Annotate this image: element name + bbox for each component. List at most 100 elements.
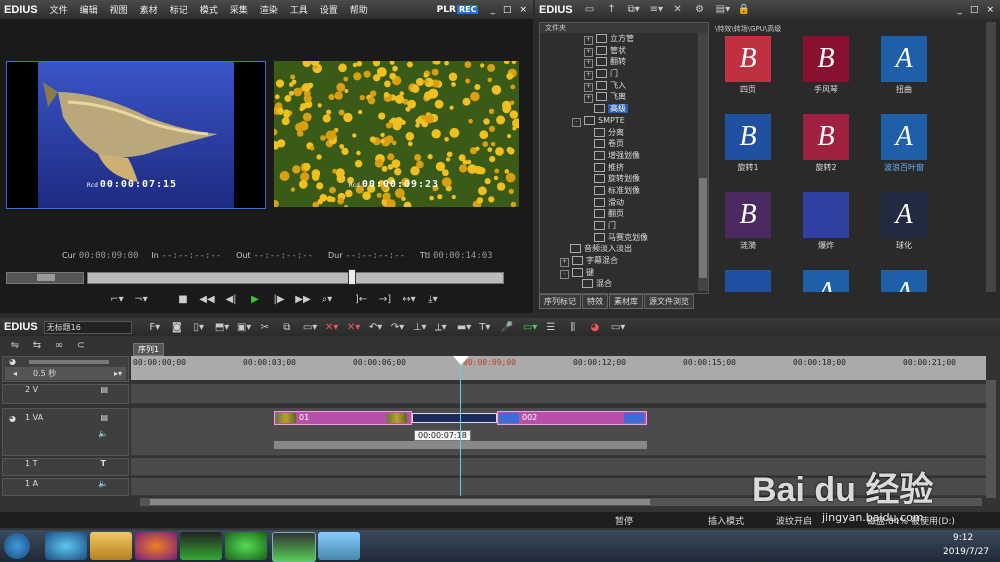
- status-insert-mode[interactable]: 插入模式: [708, 514, 744, 527]
- clip-01[interactable]: 01: [274, 411, 412, 425]
- copy-clip-icon[interactable]: ⧉: [281, 322, 293, 333]
- sliders-icon[interactable]: ⫼: [567, 322, 579, 333]
- split-icon[interactable]: ↔▾: [400, 292, 418, 306]
- expand-icon[interactable]: +: [584, 59, 593, 69]
- minimize-icon[interactable]: _: [490, 5, 495, 15]
- expand-icon[interactable]: [560, 244, 567, 251]
- menu-item[interactable]: 采集: [224, 3, 254, 16]
- playhead[interactable]: [460, 356, 461, 496]
- delete-icon[interactable]: ✕: [672, 4, 684, 15]
- expand-icon[interactable]: [584, 233, 591, 240]
- new-sequence-icon[interactable]: F▾: [149, 322, 161, 333]
- effect-thumbnail[interactable]: B: [725, 36, 771, 82]
- expand-icon[interactable]: -: [572, 117, 581, 127]
- sync-icon[interactable]: ⇆: [31, 340, 43, 351]
- expand-icon[interactable]: [572, 279, 579, 286]
- scale-value[interactable]: 0.5 秒: [33, 368, 56, 379]
- effect-thumbnail[interactable]: A: [803, 270, 849, 292]
- step-back-icon[interactable]: ◀|: [222, 292, 240, 306]
- fast-forward-icon[interactable]: ▶▶: [294, 292, 312, 306]
- track-label-va1[interactable]: ◕ 1 VA ▤ 🔈: [2, 408, 129, 456]
- tree-item[interactable]: + 飞离: [560, 91, 708, 104]
- player-monitor[interactable]: Rcd 00:00:07:15: [6, 61, 266, 209]
- start-button[interactable]: [4, 533, 30, 559]
- tree-item[interactable]: 高级: [560, 103, 708, 115]
- bin-maximize-icon[interactable]: □: [970, 5, 979, 15]
- tree-item[interactable]: + 管状: [560, 45, 708, 57]
- menu-item[interactable]: 渲染: [254, 3, 284, 16]
- transition-clip[interactable]: [412, 413, 497, 423]
- loop-icon[interactable]: ⌕▾: [318, 292, 336, 306]
- bin-tab[interactable]: 特效: [582, 294, 608, 309]
- track-label-v2[interactable]: 2 V ▤: [2, 384, 129, 404]
- green-app-icon[interactable]: [225, 532, 267, 560]
- app-icon[interactable]: [318, 532, 360, 560]
- add-transition-icon[interactable]: ⊥▾: [413, 322, 427, 333]
- redo-icon[interactable]: ↷▾: [391, 322, 404, 333]
- menu-item[interactable]: 帮助: [344, 3, 374, 16]
- recorder-monitor[interactable]: Rcd 00:00:09:23: [274, 61, 519, 207]
- tree-item[interactable]: 翻页: [560, 208, 708, 220]
- effect-thumbnail[interactable]: B: [803, 114, 849, 160]
- ripple-icon[interactable]: ⊂: [75, 340, 87, 351]
- export-icon[interactable]: ⤓▾: [424, 292, 442, 306]
- insert-icon[interactable]: ]←: [352, 292, 370, 306]
- mixer-icon[interactable]: ☰: [545, 322, 557, 333]
- tree-item[interactable]: 旋转划像: [560, 173, 708, 185]
- export-file-icon[interactable]: ▭▾: [523, 322, 537, 333]
- render-icon[interactable]: ▬▾: [457, 322, 471, 333]
- folder-icon[interactable]: ▭: [584, 4, 596, 15]
- menu-item[interactable]: 设置: [314, 3, 344, 16]
- new-icon[interactable]: ▯▾: [193, 322, 205, 333]
- track-mode-icon[interactable]: ⇋: [9, 340, 21, 351]
- properties-icon[interactable]: ⚙: [694, 4, 706, 15]
- taskbar-time[interactable]: 9:12: [953, 533, 973, 543]
- link-icon[interactable]: ∞: [53, 340, 65, 351]
- effect-thumbnail[interactable]: B: [803, 36, 849, 82]
- expand-icon[interactable]: [584, 163, 591, 170]
- effect-thumbnail[interactable]: B: [725, 114, 771, 160]
- timeline-v-scrollbar[interactable]: [986, 380, 996, 498]
- close-icon[interactable]: ×: [519, 5, 527, 15]
- bin-tab[interactable]: 源文件浏览: [644, 294, 694, 309]
- delete-clip-icon[interactable]: ✕▾: [325, 322, 338, 333]
- expand-icon[interactable]: +: [584, 71, 593, 81]
- effect-thumbnail[interactable]: A: [881, 36, 927, 82]
- menu-item[interactable]: 编辑: [74, 3, 104, 16]
- zoom-slider[interactable]: [29, 360, 109, 364]
- undo-icon[interactable]: ↶▾: [369, 322, 382, 333]
- voiceover-icon[interactable]: 🎤: [501, 322, 513, 333]
- timeline-ruler[interactable]: 00:00:00;00 00:00:03;00 00:00:06;00 00:00:0…: [131, 356, 986, 380]
- project-save-icon[interactable]: ▣▾: [237, 322, 251, 333]
- tree-item[interactable]: + 飞入: [560, 80, 708, 92]
- expand-icon[interactable]: [584, 128, 591, 135]
- stop-icon[interactable]: ■: [174, 292, 192, 306]
- expand-icon[interactable]: [584, 151, 591, 158]
- track-label-a1[interactable]: 1 A 🔈: [2, 478, 129, 496]
- bin-close-icon[interactable]: ×: [986, 5, 994, 15]
- tree-item[interactable]: 标准划像: [560, 185, 708, 197]
- tree-item[interactable]: 滑动: [560, 197, 708, 209]
- step-forward-icon[interactable]: |▶: [270, 292, 288, 306]
- expand-icon[interactable]: +: [584, 47, 593, 57]
- expand-icon[interactable]: [584, 139, 591, 146]
- menu-item[interactable]: 模式: [194, 3, 224, 16]
- ripple-delete-icon[interactable]: ✕▾: [347, 322, 360, 333]
- expand-icon[interactable]: -: [560, 269, 569, 279]
- cut-icon[interactable]: ✂: [259, 322, 271, 333]
- lock-icon[interactable]: 🔒: [738, 4, 750, 15]
- tree-item[interactable]: - SMPTE: [560, 115, 708, 127]
- menu-item[interactable]: 文件: [44, 3, 74, 16]
- effect-thumbnail[interactable]: A: [881, 192, 927, 238]
- tree-scrollbar[interactable]: [698, 33, 708, 291]
- menu-item[interactable]: 工具: [284, 3, 314, 16]
- edius-active-icon[interactable]: [272, 532, 316, 562]
- layout-icon[interactable]: ≡▾: [650, 4, 663, 15]
- effect-thumbnail[interactable]: B: [725, 192, 771, 238]
- track-lane-v2[interactable]: [131, 384, 986, 404]
- tree-item[interactable]: 混合: [560, 278, 708, 290]
- bin-tab[interactable]: 素材库: [609, 294, 643, 309]
- track-lane-va1[interactable]: 01 002 00:00:07:18: [131, 408, 986, 456]
- edius-app-icon[interactable]: [180, 532, 222, 560]
- tree-item[interactable]: 分离: [560, 127, 708, 139]
